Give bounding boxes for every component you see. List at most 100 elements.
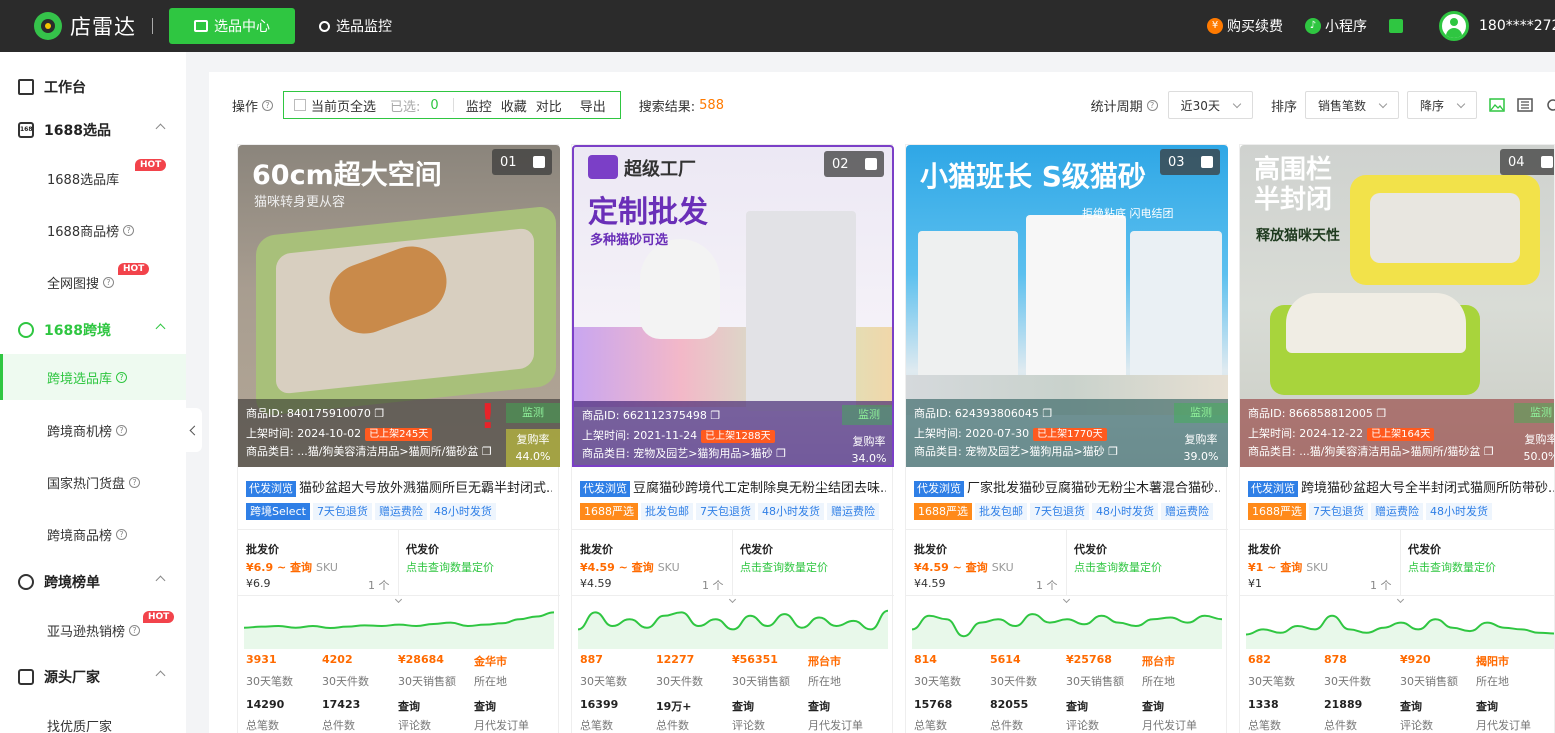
help-icon[interactable]: ? — [129, 624, 141, 636]
edit-icon[interactable] — [1389, 19, 1403, 33]
query-separator[interactable]: ~ 查询 — [277, 561, 312, 574]
dropship-price-label: 代发价 — [406, 543, 439, 556]
help-icon[interactable]: ? — [103, 276, 115, 288]
chevron-down-icon[interactable] — [1062, 595, 1071, 604]
monitor-tag[interactable]: 监测 — [1514, 403, 1554, 423]
sidebar-group-crossborder-lists[interactable]: 跨境榜单 — [0, 562, 186, 602]
repurchase-rate: 复购率 34.0% — [842, 431, 892, 465]
chevron-down-icon[interactable] — [394, 595, 403, 604]
compare-button[interactable]: 对比 — [536, 96, 562, 115]
rank-number: 01 — [500, 154, 517, 170]
sidebar-item-amazon-bestseller[interactable]: 亚马逊热销榜 ? HOT — [0, 607, 186, 653]
product-image[interactable]: 高围栏 半封闭 释放猫咪天性 04 商品ID: 866858812005 ❐ 上… — [1240, 145, 1554, 467]
help-icon[interactable]: ? — [123, 224, 135, 236]
help-icon[interactable]: ? — [116, 371, 128, 383]
stat-reviews-query[interactable]: 查询 — [1400, 698, 1422, 714]
help-icon[interactable]: ? — [116, 528, 128, 540]
help-icon[interactable]: ? — [129, 476, 141, 488]
copy-icon[interactable]: ❐ — [776, 447, 786, 460]
favorite-button[interactable]: 收藏 — [501, 96, 527, 115]
stat-reviews-query[interactable]: 查询 — [732, 698, 754, 714]
monitor-tag[interactable]: 监测 — [1174, 403, 1228, 423]
stat-monthly-dropship-query[interactable]: 查询 — [474, 698, 496, 714]
product-select-checkbox[interactable] — [864, 158, 877, 170]
product-title[interactable]: 代发浏览 猫砂盆超大号放外溅猫厕所巨无霸半封闭式... — [246, 477, 552, 497]
copy-icon[interactable]: ❐ — [1042, 407, 1052, 420]
service-tags: 1688严选 7天包退货 赠运费险 48小时发货 — [1248, 503, 1495, 520]
monitor-tag[interactable]: 监测 — [842, 405, 892, 425]
product-title[interactable]: 代发浏览 跨境猫砂盆超大号全半封闭式猫厕所防带砂... — [1248, 477, 1554, 497]
copy-icon[interactable]: ❐ — [1108, 445, 1118, 458]
help-icon[interactable]: ? — [1146, 99, 1158, 111]
monitor-tag[interactable]: 监测 — [506, 403, 560, 423]
nav-selection-monitor-link[interactable]: 选品监控 — [319, 16, 392, 36]
sidebar-item-image-search[interactable]: 全网图搜 ? HOT — [0, 259, 186, 305]
product-image[interactable]: 小猫班长 S级猫砂 拒绝粘底 闪电结团 03 商品ID: 62439380604… — [906, 145, 1228, 467]
sidebar-group-1688[interactable]: 1688 1688选品 — [0, 110, 186, 150]
sidebar-item-hot-country-goods[interactable]: 国家热门货盘 ? — [0, 459, 186, 505]
query-separator[interactable]: ~ 查询 — [619, 561, 654, 574]
product-card[interactable]: 60cm超大空间 猫咪转身更从容 01 商品ID: 840175910070 ❐… — [237, 144, 560, 733]
stat-monthly-dropship-query[interactable]: 查询 — [1476, 698, 1498, 714]
sidebar-group-crossborder[interactable]: 1688跨境 — [0, 310, 186, 350]
brand[interactable]: 店雷达 — [34, 11, 136, 41]
sidebar-item-1688-ranking[interactable]: 1688商品榜 ? — [0, 207, 186, 253]
mini-program-link[interactable]: ♪ 小程序 — [1305, 16, 1367, 36]
sort-select[interactable]: 销售笔数 — [1304, 91, 1399, 119]
copy-icon[interactable]: ❐ — [374, 407, 384, 420]
select-all-checkbox[interactable] — [294, 99, 307, 111]
stat-monthly-dropship-query[interactable]: 查询 — [808, 698, 830, 714]
rank-number: 02 — [832, 156, 849, 172]
buy-renew-link[interactable]: ¥ 购买续费 — [1207, 16, 1283, 36]
copy-icon[interactable]: ❐ — [710, 409, 720, 422]
sidebar-group-source-factory[interactable]: 源头厂家 — [0, 657, 186, 697]
list-view-icon[interactable] — [1517, 98, 1533, 112]
sidebar-item-crossborder-opportunity[interactable]: 跨境商机榜 ? — [0, 407, 186, 453]
query-pricing-link[interactable]: 点击查询数量定价 — [406, 559, 494, 575]
copy-icon[interactable]: ❐ — [1484, 445, 1494, 458]
avatar[interactable] — [1439, 11, 1469, 41]
product-image[interactable]: 60cm超大空间 猫咪转身更从容 01 商品ID: 840175910070 ❐… — [238, 145, 560, 467]
query-pricing-link[interactable]: 点击查询数量定价 — [740, 559, 828, 575]
monitor-button[interactable]: 监控 — [466, 96, 492, 115]
query-pricing-link[interactable]: 点击查询数量定价 — [1074, 559, 1162, 575]
select-all-label[interactable]: 当前页全选 — [311, 96, 376, 115]
settings-icon[interactable] — [1545, 98, 1555, 112]
product-card[interactable]: 高围栏 半封闭 释放猫咪天性 04 商品ID: 866858812005 ❐ 上… — [1239, 144, 1555, 733]
service-tag: 赠运费险 — [1371, 503, 1423, 520]
copy-icon[interactable]: ❐ — [1376, 407, 1386, 420]
image-view-icon[interactable] — [1489, 98, 1505, 112]
user-phone[interactable]: 180****2729 — [1479, 18, 1555, 34]
query-separator[interactable]: ~ 查询 — [1267, 561, 1302, 574]
sidebar-item-1688-library[interactable]: 1688选品库 HOT — [0, 155, 186, 201]
help-icon[interactable]: ? — [262, 99, 274, 111]
period-select[interactable]: 近30天 — [1167, 91, 1253, 119]
stat-reviews-query[interactable]: 查询 — [1066, 698, 1088, 714]
product-title[interactable]: 代发浏览 厂家批发猫砂豆腐猫砂无粉尘木薯混合猫砂... — [914, 477, 1220, 497]
stat-monthly-dropship-query[interactable]: 查询 — [1142, 698, 1164, 714]
chevron-down-icon[interactable] — [1396, 595, 1405, 604]
product-select-checkbox[interactable] — [1540, 156, 1553, 168]
sidebar-item-crossborder-library[interactable]: 跨境选品库 ? — [0, 354, 186, 400]
export-button[interactable]: 导出 — [580, 96, 606, 115]
stat-reviews-query[interactable]: 查询 — [398, 698, 420, 714]
sidebar-item-find-factory[interactable]: 找优质厂家 — [0, 702, 186, 732]
product-select-checkbox[interactable] — [1200, 156, 1213, 168]
product-card[interactable]: 超级工厂 定制批发 多种猫砂可选 02 商品ID: 662112375498 ❐… — [571, 144, 894, 733]
query-separator[interactable]: ~ 查询 — [953, 561, 988, 574]
query-pricing-link[interactable]: 点击查询数量定价 — [1408, 559, 1496, 575]
nav-selection-center-button[interactable]: 选品中心 — [169, 8, 295, 44]
sidebar-collapse-button[interactable] — [186, 408, 202, 452]
product-title[interactable]: 代发浏览 豆腐猫砂跨境代工定制除臭无粉尘结团去味... — [580, 477, 886, 497]
chevron-down-icon[interactable] — [728, 595, 737, 604]
stat-total-pieces: 82055 — [990, 698, 1029, 711]
listed-time-value: 2024-12-22 — [1299, 427, 1364, 440]
copy-icon[interactable]: ❐ — [482, 445, 492, 458]
order-select[interactable]: 降序 — [1406, 91, 1477, 119]
sidebar-workbench[interactable]: 工作台 — [0, 67, 186, 107]
product-select-checkbox[interactable] — [532, 156, 545, 168]
sidebar-item-crossborder-ranking[interactable]: 跨境商品榜 ? — [0, 511, 186, 557]
product-image[interactable]: 超级工厂 定制批发 多种猫砂可选 02 商品ID: 662112375498 ❐… — [572, 145, 894, 467]
help-icon[interactable]: ? — [116, 424, 128, 436]
product-card[interactable]: 小猫班长 S级猫砂 拒绝粘底 闪电结团 03 商品ID: 62439380604… — [905, 144, 1228, 733]
